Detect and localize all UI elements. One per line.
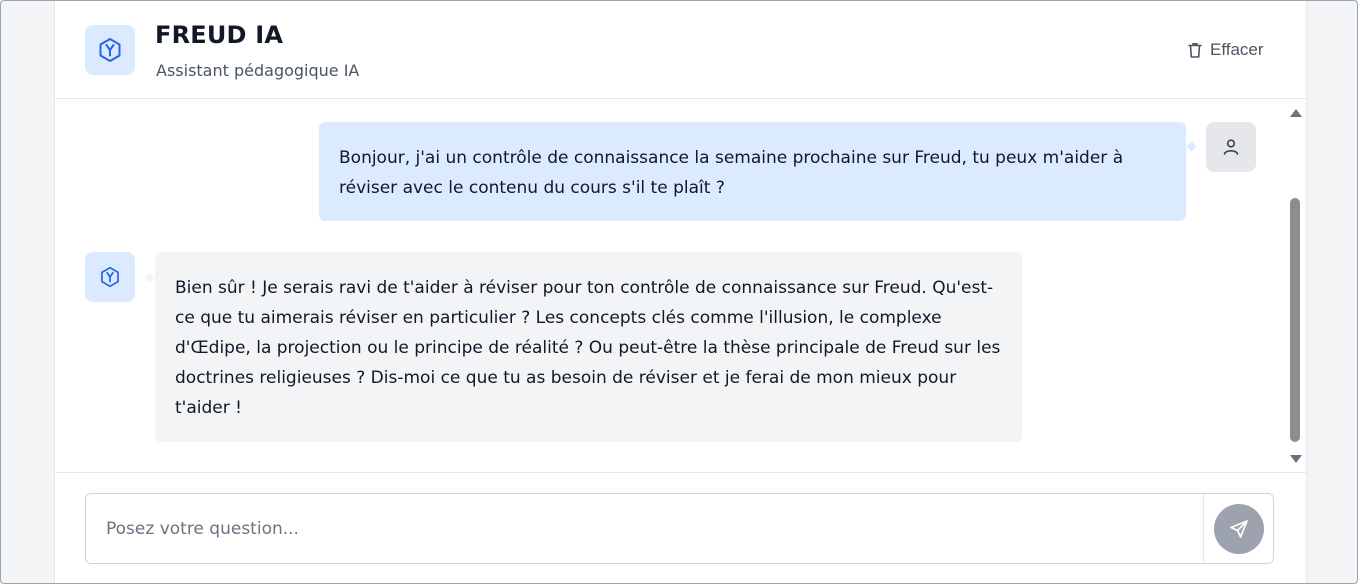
message-composer	[55, 472, 1306, 583]
message-list: Bonjour, j'ai un contrôle de connaissanc…	[55, 99, 1306, 472]
user-avatar	[1206, 122, 1256, 172]
send-icon	[1230, 520, 1248, 538]
app-window: FREUD IA Assistant pédagogique IA Efface…	[0, 0, 1358, 584]
input-container	[85, 493, 1274, 564]
clear-button-label: Effacer	[1210, 40, 1264, 59]
assistant-message: Bien sûr ! Je serais ravi de t'aider à r…	[155, 252, 1022, 442]
clear-button[interactable]: Effacer	[1186, 39, 1264, 61]
app-subtitle: Assistant pédagogique IA	[156, 61, 360, 80]
hexagon-y-icon	[99, 38, 121, 62]
chat-panel: FREUD IA Assistant pédagogique IA Efface…	[54, 1, 1307, 583]
chat-header: FREUD IA Assistant pédagogique IA Efface…	[55, 1, 1306, 99]
scrollbar-thumb[interactable]	[1290, 198, 1300, 442]
app-logo	[85, 25, 135, 75]
assistant-avatar	[85, 252, 135, 302]
bubble-pointer	[1186, 141, 1197, 152]
bubble-pointer	[144, 272, 155, 283]
question-input[interactable]	[86, 494, 1204, 563]
scroll-down-arrow-icon[interactable]	[1290, 455, 1302, 463]
send-button[interactable]	[1214, 504, 1264, 554]
message-scrollbar[interactable]	[1286, 105, 1303, 467]
user-message: Bonjour, j'ai un contrôle de connaissanc…	[319, 122, 1186, 221]
scroll-up-arrow-icon[interactable]	[1290, 109, 1302, 117]
trash-icon	[1188, 43, 1202, 58]
user-icon	[1223, 139, 1239, 155]
app-title: FREUD IA	[155, 21, 284, 49]
hexagon-y-icon	[101, 266, 119, 288]
